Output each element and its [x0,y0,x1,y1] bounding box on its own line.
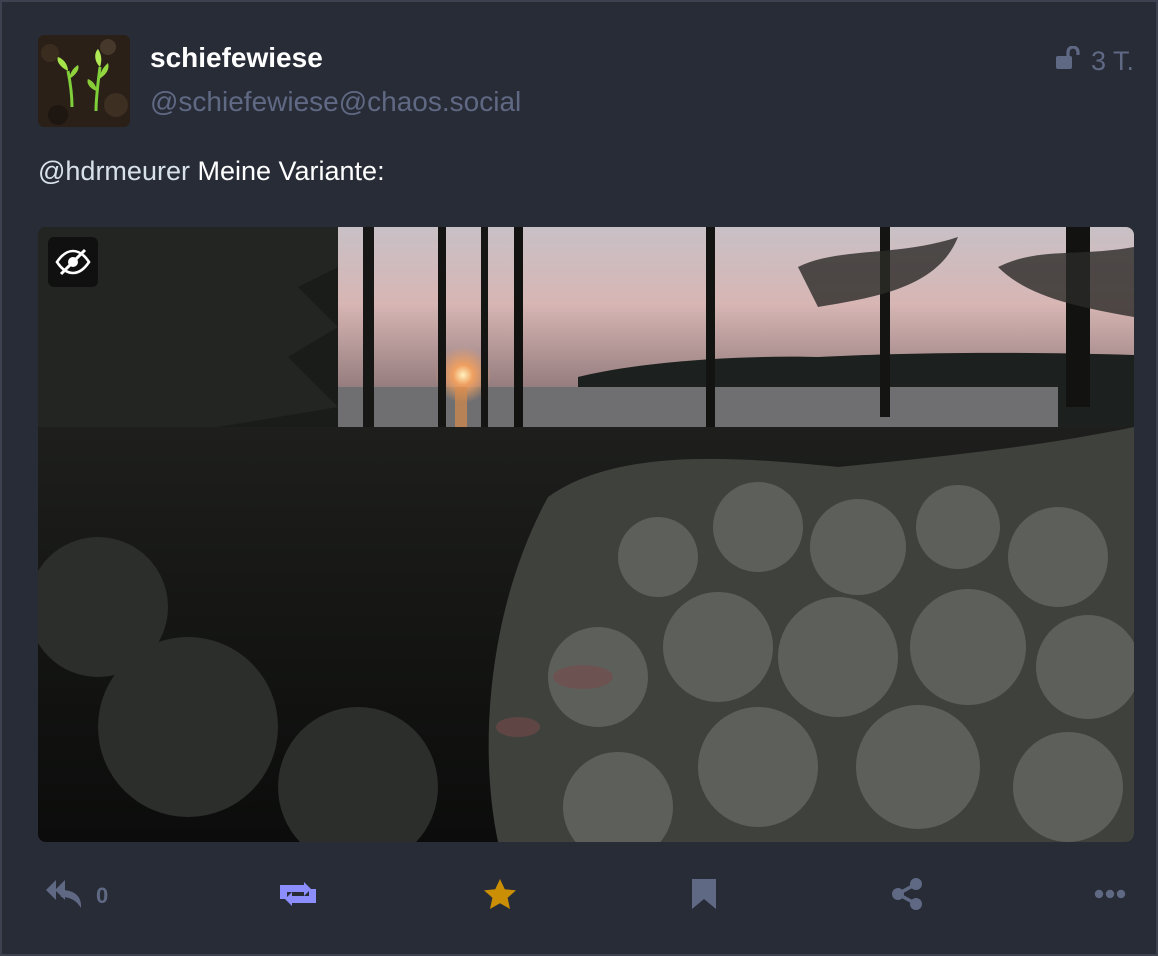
unlock-icon [1055,45,1083,77]
reply-button[interactable]: 0 [46,866,108,926]
share-icon [890,877,924,915]
hide-media-button[interactable] [48,237,98,287]
reply-all-icon [46,878,84,915]
boost-button[interactable] [276,866,320,926]
ellipsis-icon [1094,887,1126,905]
status-meta: 3 T. [1055,45,1134,77]
bookmark-icon [690,877,718,916]
share-button[interactable] [890,866,924,926]
media-image[interactable] [38,227,1134,842]
mention-link[interactable]: @hdrmeurer [38,156,190,186]
status-content: @hdrmeurer Meine Variante: [38,156,385,187]
status-text: Meine Variante: [189,156,385,186]
status-action-bar: 0 [0,866,1158,926]
window-border-left [0,0,2,956]
eye-slash-icon [54,247,92,277]
more-button[interactable] [1094,866,1126,926]
star-icon [483,878,517,915]
window-border-top [0,0,1158,2]
display-name[interactable]: schiefewiese [150,42,323,74]
bookmark-button[interactable] [690,866,718,926]
retweet-icon [276,879,320,914]
account-handle[interactable]: @schiefewiese@chaos.social [150,86,521,118]
relative-time[interactable]: 3 T. [1091,46,1134,77]
reply-count: 0 [96,883,109,908]
favourite-button[interactable] [483,866,517,926]
avatar[interactable] [38,35,130,127]
